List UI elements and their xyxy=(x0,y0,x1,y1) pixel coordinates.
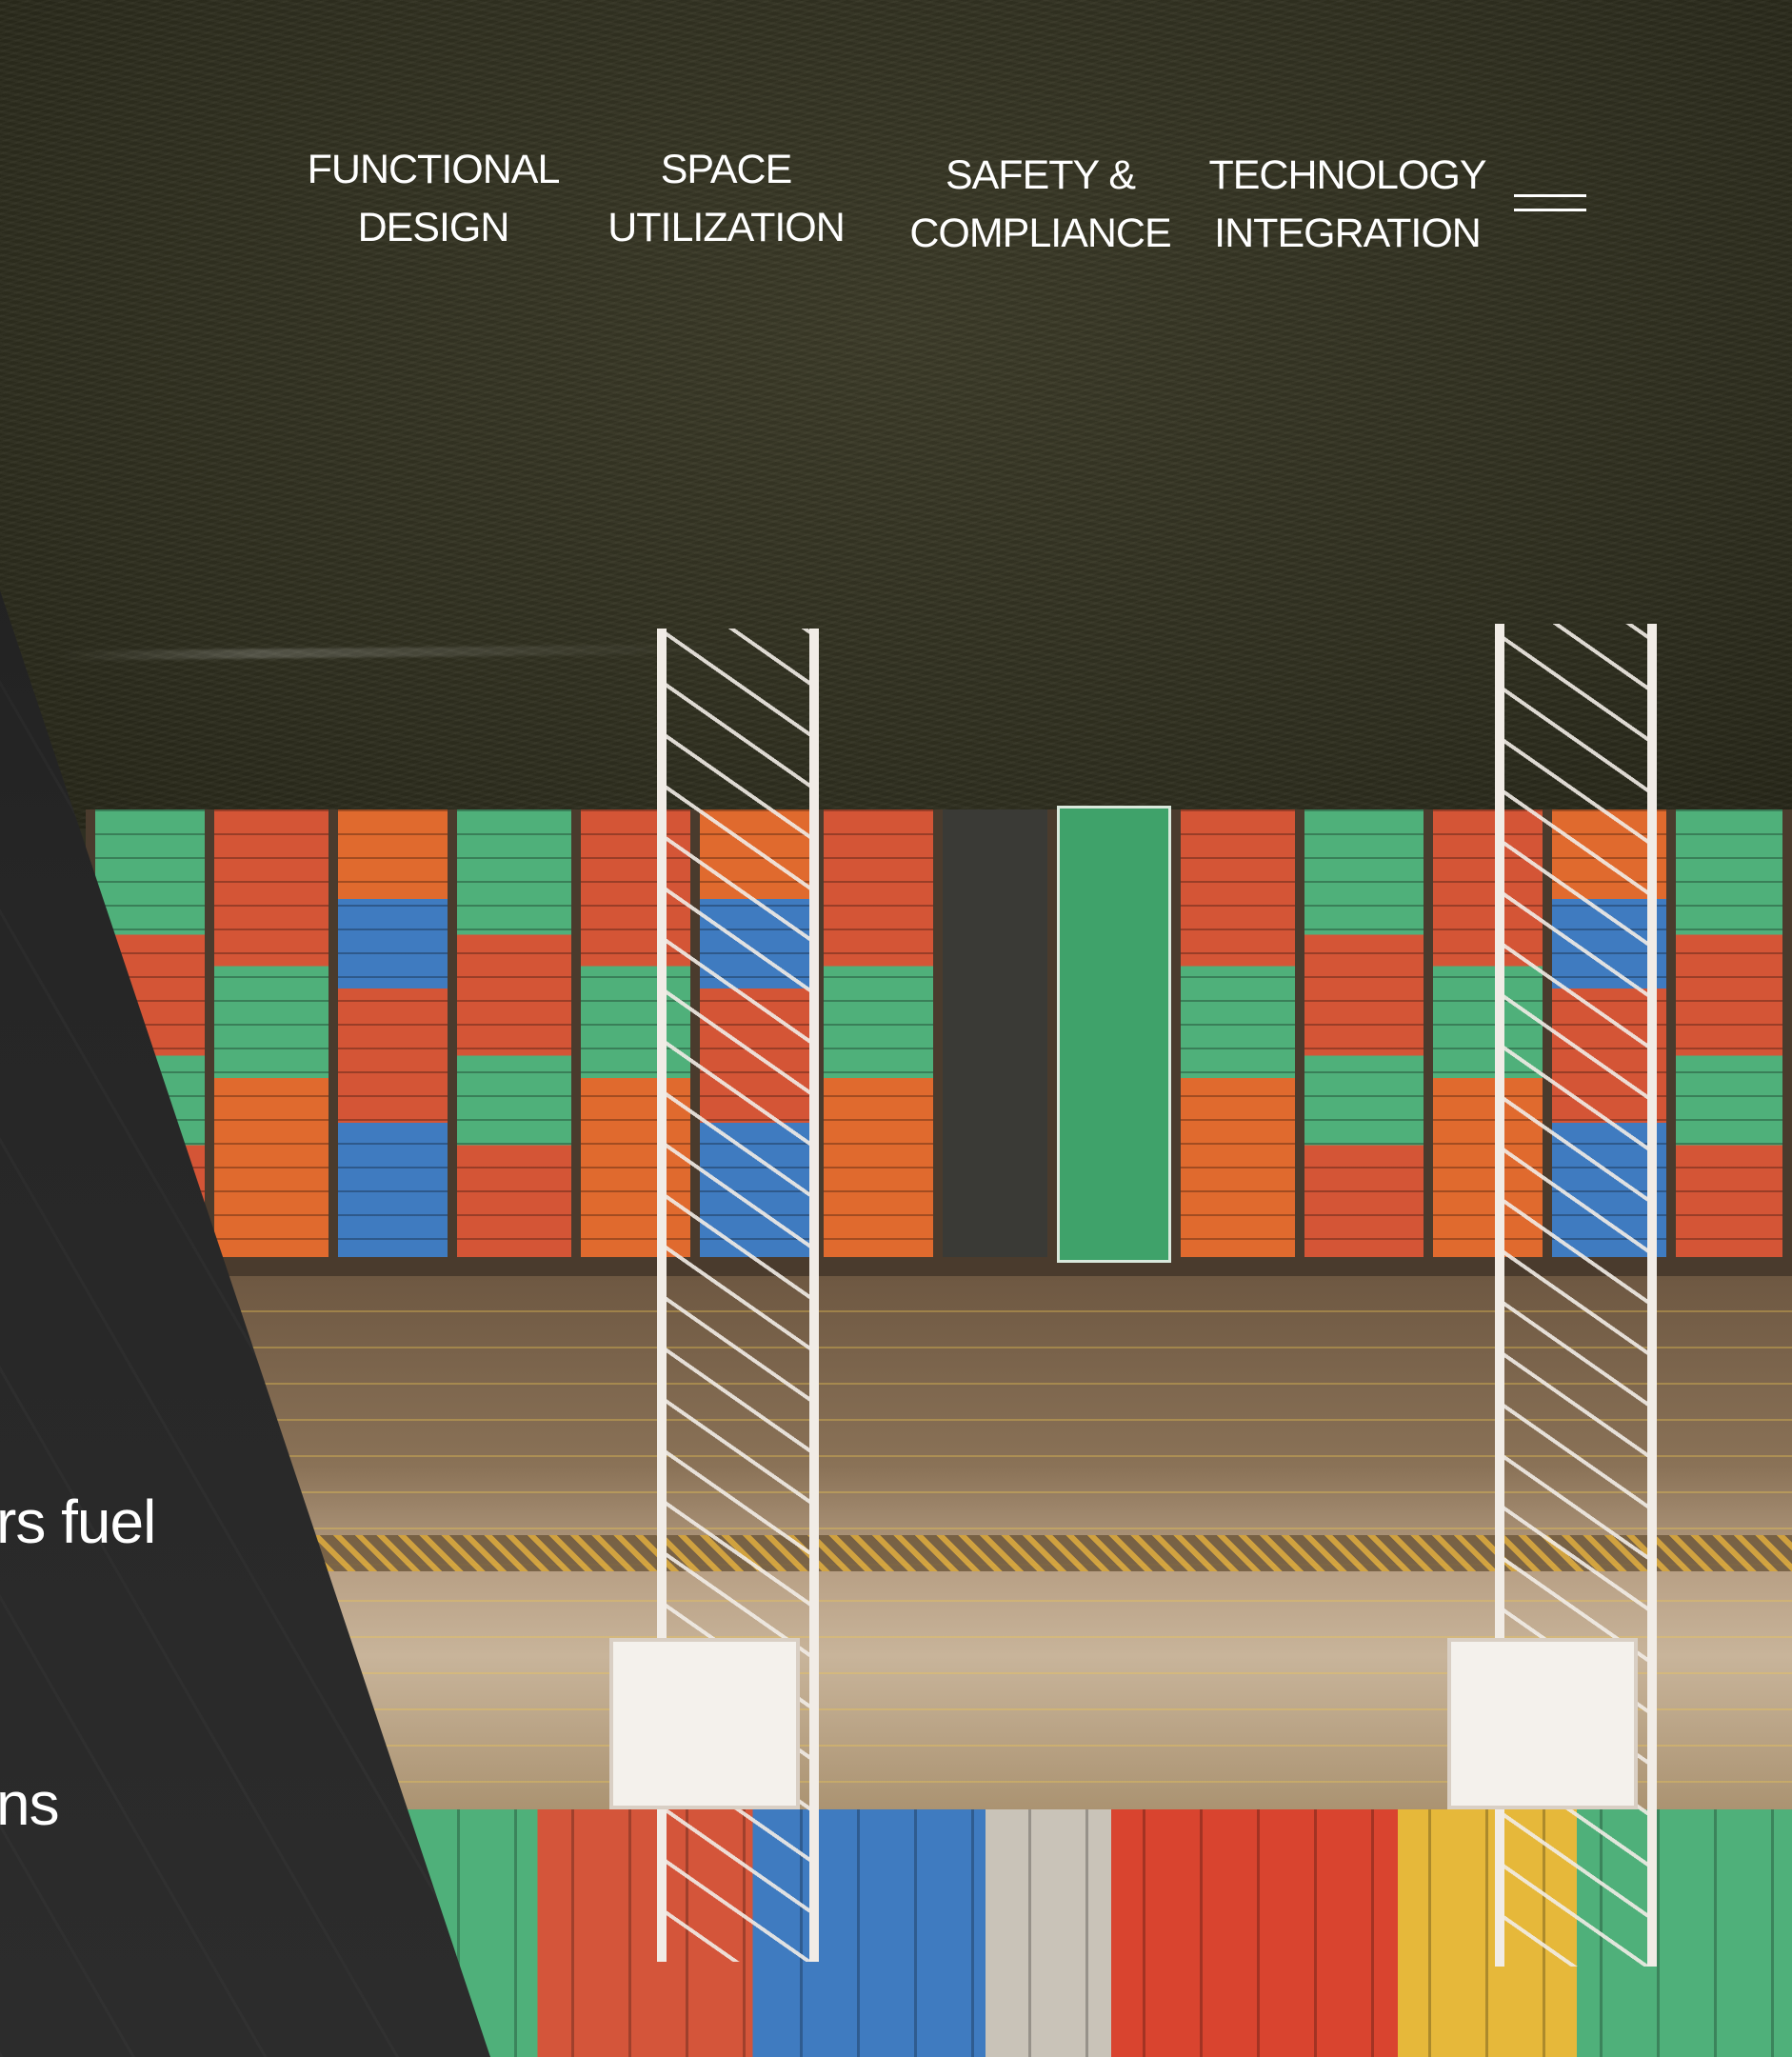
crane-right-cab xyxy=(1447,1638,1638,1809)
nav-item-label-line1: TECHNOLOGY xyxy=(1208,152,1486,198)
hero-section: rs fuel ns FUNCTIONAL DESIGN SPACE UTILI… xyxy=(0,0,1792,2057)
nav-item-functional-design[interactable]: FUNCTIONAL DESIGN xyxy=(295,141,571,257)
nav-item-technology-integration[interactable]: TECHNOLOGY INTEGRATION xyxy=(1205,147,1490,263)
nav-item-label-line1: SPACE xyxy=(660,147,793,192)
nav-item-label-line2: INTEGRATION xyxy=(1214,210,1482,256)
nav-item-safety-compliance[interactable]: SAFETY & COMPLIANCE xyxy=(905,147,1176,263)
crane-left-cab xyxy=(609,1638,800,1809)
ship-bridge xyxy=(1057,806,1171,1263)
panel-heading-fragment: rs fuel xyxy=(0,1488,156,1556)
panel-text-fragment: ns xyxy=(0,1769,60,1838)
nav-item-label-line2: DESIGN xyxy=(357,205,510,250)
nav-item-label-line2: UTILIZATION xyxy=(607,205,846,250)
nav-item-label-line2: COMPLIANCE xyxy=(909,210,1171,256)
hamburger-menu-icon[interactable] xyxy=(1514,194,1586,215)
nav-item-label-line1: SAFETY & xyxy=(945,152,1136,198)
nav-item-space-utilization[interactable]: SPACE UTILIZATION xyxy=(600,141,852,257)
nav-item-label-line1: FUNCTIONAL xyxy=(307,147,561,192)
